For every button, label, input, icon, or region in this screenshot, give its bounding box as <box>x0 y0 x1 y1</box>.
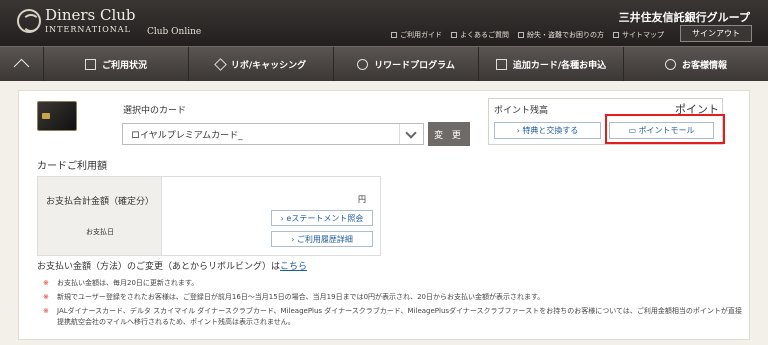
amount-table: お支払合計金額（確定分） お支払日 円 › eステートメント照会 › ご利用履歴… <box>37 176 381 256</box>
card-usage-icon <box>84 58 96 70</box>
util-link-lost-card[interactable]: 紛失・盗難でお困りの方 <box>518 30 604 40</box>
rewards-icon <box>357 58 369 70</box>
utility-links: ご利用ガイド よくあるご質問 紛失・盗難でお困りの方 サイトマップ <box>391 30 664 40</box>
notes-list: お支払い金額は、毎月20日に更新されます。 新規でユーザー登録をされたお客様は、… <box>43 278 743 331</box>
note-item: JALダイナースカード、デルタ スカイマイル ダイナースクラブカード、Milea… <box>43 306 743 328</box>
diners-logo-icon[interactable] <box>17 9 41 33</box>
faq-icon <box>451 32 457 38</box>
note-item: お支払い金額は、毎月20日に更新されます。 <box>43 278 743 289</box>
card-select-value: ロイヤルプレミアムカード_ <box>131 130 243 141</box>
bank-group-name: 三井住友信託銀行グループ <box>618 11 750 24</box>
logo-text[interactable]: Diners Club <box>45 8 136 23</box>
main-panel: 選択中のカード ロイヤルプレミアムカード_ 変 更 ポイント残高 ポイント › … <box>18 90 750 340</box>
usage-title: カードご利用額 <box>37 161 107 172</box>
usage-history-button[interactable]: › ご利用履歴詳細 <box>271 231 373 247</box>
payment-method-line: お支払い金額（方法）のご変更（あとからリボルビング）はこちら <box>37 262 308 272</box>
note-item: 新規でユーザー登録をされたお客様は、ご登録日が前月16日～当月15日の場合、当月… <box>43 292 743 303</box>
card-select-dropdown[interactable]: ロイヤルプレミアムカード_ <box>122 123 424 145</box>
nav-item-additional-card[interactable]: 追加カード/各種お申込 <box>479 47 624 81</box>
selected-card-label: 選択中のカード <box>123 106 187 116</box>
sitemap-icon <box>613 32 619 38</box>
util-link-faq[interactable]: よくあるご質問 <box>451 30 509 40</box>
due-date-label: お支払日 <box>86 228 114 236</box>
revolving-icon <box>213 57 227 71</box>
nav-home[interactable] <box>0 47 44 81</box>
highlight-box <box>605 114 725 144</box>
util-link-guide[interactable]: ご利用ガイド <box>391 30 442 40</box>
change-card-button[interactable]: 変 更 <box>428 122 470 146</box>
nav-item-revolving[interactable]: リボ/キャッシング <box>189 47 334 81</box>
util-link-sitemap[interactable]: サイトマップ <box>613 30 664 40</box>
signout-button[interactable]: サインアウト <box>680 25 752 42</box>
nav-item-customer-info[interactable]: お客様情報 <box>624 47 768 81</box>
club-online-label: Club Online <box>147 27 202 37</box>
amount-header-cell: お支払合計金額（確定分） お支払日 <box>38 177 162 255</box>
logo-subtext: INTERNATIONAL <box>45 25 131 34</box>
home-icon <box>15 58 29 70</box>
points-title: ポイント残高 <box>494 106 549 116</box>
guide-icon <box>391 32 397 38</box>
amount-label: お支払合計金額（確定分） <box>46 197 155 207</box>
estatement-button[interactable]: › eステートメント照会 <box>271 210 373 226</box>
chevron-down-icon <box>399 124 423 144</box>
additional-card-icon <box>495 58 507 70</box>
main-nav: ご利用状況 リボ/キャッシング リワードプログラム 追加カード/各種お申込 お客… <box>0 46 768 81</box>
exchange-rewards-button[interactable]: › 特典と交換する <box>494 122 601 139</box>
card-image <box>37 101 77 131</box>
customer-icon <box>664 58 676 70</box>
payment-method-link[interactable]: こちら <box>280 262 307 272</box>
nav-item-rewards[interactable]: リワードプログラム <box>334 47 479 81</box>
nav-item-usage[interactable]: ご利用状況 <box>44 47 189 81</box>
lost-card-icon <box>518 32 524 38</box>
site-header: Diners Club INTERNATIONAL Club Online 三井… <box>0 0 768 46</box>
amount-yen: 円 <box>358 195 366 204</box>
